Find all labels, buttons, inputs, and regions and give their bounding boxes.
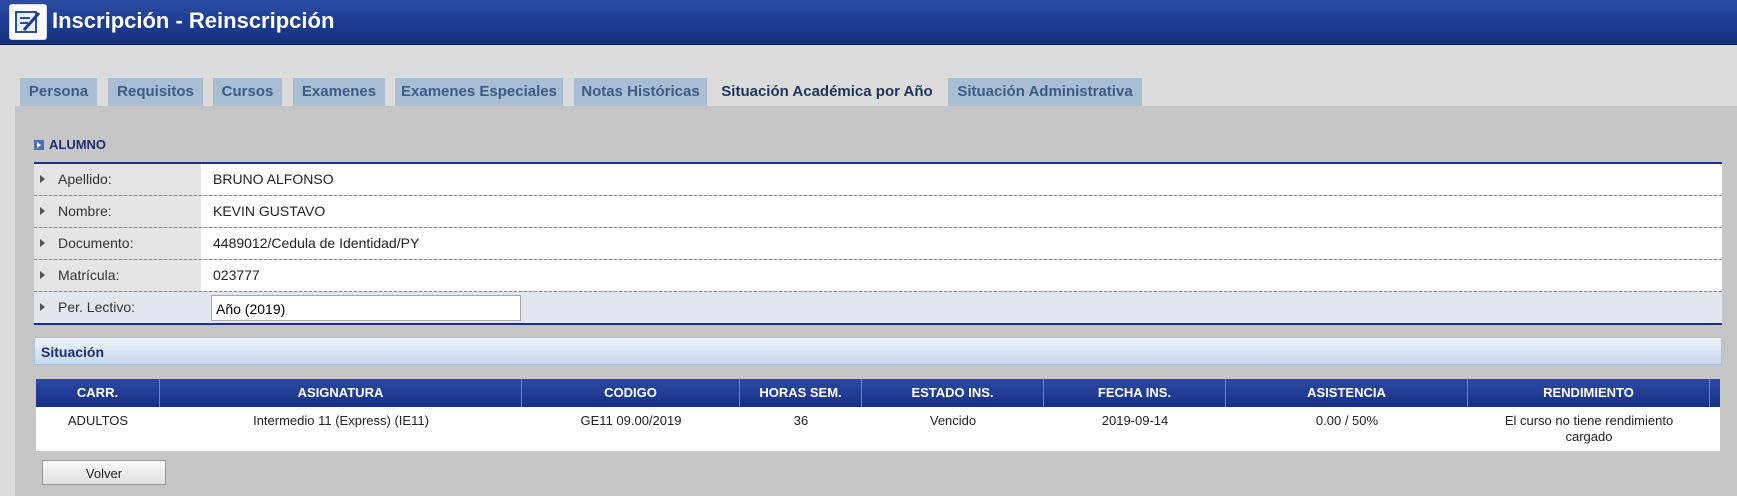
tab-situacion-academica[interactable]: Situación Académica por Año (717, 78, 937, 108)
cell-fecha: 2019-09-14 (1101, 413, 1169, 428)
edit-form-icon (9, 4, 47, 40)
volver-button[interactable]: Volver (42, 460, 166, 485)
field-value: KEVIN GUSTAVO (201, 196, 1722, 227)
situacion-table: CARR. ASIGNATURA CODIGO HORAS SEM. ESTAD… (36, 379, 1720, 451)
field-row-matricula: Matrícula: 023777 (34, 260, 1722, 292)
cell-asistencia: 0.00 / 50% (1315, 413, 1379, 428)
periodo-lectivo-select[interactable]: Año (2019) (211, 295, 521, 321)
column-header: ASISTENCIA (1226, 379, 1468, 407)
arrow-right-icon (34, 140, 44, 150)
field-label: Nombre: (34, 196, 201, 227)
title-bar: Inscripción - Reinscripción (0, 0, 1737, 45)
situacion-section-title: Situación (34, 337, 1722, 365)
field-value: 023777 (201, 260, 1722, 291)
tab-notas-historicas[interactable]: Notas Históricas (574, 78, 707, 106)
tab-examenes-especiales[interactable]: Examenes Especiales (395, 78, 563, 106)
column-header: ASIGNATURA (160, 379, 522, 407)
cell-horas: 36 (793, 413, 809, 428)
field-label: Apellido: (34, 164, 201, 195)
tab-examenes[interactable]: Examenes (293, 78, 385, 106)
field-label: Documento: (34, 228, 201, 259)
cell-codigo: GE11 09.00/2019 (580, 413, 682, 428)
field-value: 4489012/Cedula de Identidad/PY (201, 228, 1722, 259)
field-row-apellido: Apellido: BRUNO ALFONSO (34, 164, 1722, 196)
alumno-section-title: ALUMNO (34, 137, 106, 152)
cell-carrera: ADULTOS (67, 413, 129, 428)
table-row[interactable]: ADULTOS Intermedio 11 (Express) (IE11) G… (36, 407, 1720, 451)
tab-persona[interactable]: Persona (20, 78, 97, 106)
field-label: Matrícula: (34, 260, 201, 291)
tab-cursos[interactable]: Cursos (213, 78, 282, 106)
alumno-info: Apellido: BRUNO ALFONSO Nombre: KEVIN GU… (34, 162, 1722, 325)
column-header: CARR. (36, 379, 160, 407)
column-header: CODIGO (522, 379, 740, 407)
tab-requisitos[interactable]: Requisitos (108, 78, 203, 106)
column-header: HORAS SEM. (740, 379, 862, 407)
window-title: Inscripción - Reinscripción (52, 8, 335, 33)
field-label: Per. Lectivo: (34, 292, 201, 323)
field-row-nombre: Nombre: KEVIN GUSTAVO (34, 196, 1722, 228)
column-header: RENDIMIENTO (1468, 379, 1710, 407)
tab-situacion-administrativa[interactable]: Situación Administrativa (948, 78, 1142, 106)
table-header: CARR. ASIGNATURA CODIGO HORAS SEM. ESTAD… (36, 379, 1720, 407)
field-row-per-lectivo: Per. Lectivo: Año (2019) (34, 292, 1722, 323)
field-value: BRUNO ALFONSO (201, 164, 1722, 195)
cell-rendimiento: El curso no tiene rendimiento cargado (1504, 413, 1674, 444)
column-header: FECHA INS. (1044, 379, 1226, 407)
cell-asignatura: Intermedio 11 (Express) (IE11) (253, 413, 429, 428)
column-header: ESTADO INS. (862, 379, 1044, 407)
cell-estado: Vencido (929, 413, 977, 428)
field-row-documento: Documento: 4489012/Cedula de Identidad/P… (34, 228, 1722, 260)
